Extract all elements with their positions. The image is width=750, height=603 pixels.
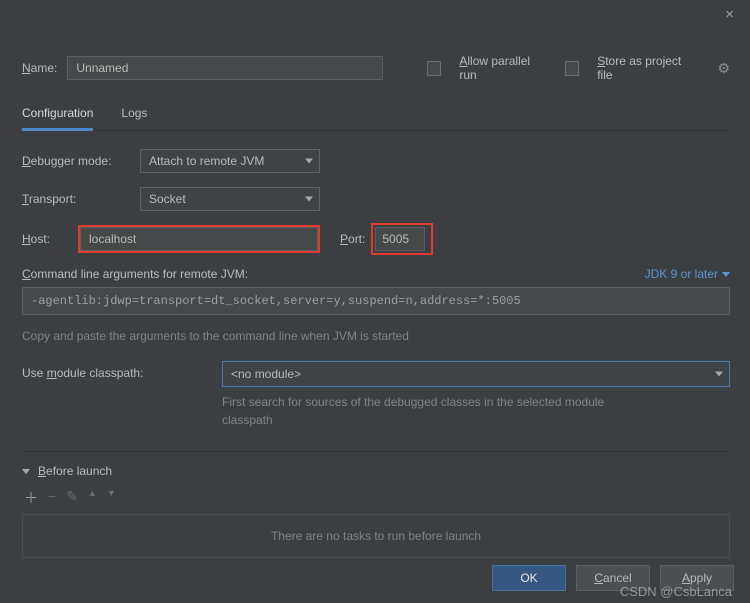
cmd-args-label: Command line arguments for remote JVM: bbox=[22, 267, 248, 281]
cmd-hint: Copy and paste the arguments to the comm… bbox=[22, 329, 730, 343]
debugger-mode-combo[interactable]: Attach to remote JVM bbox=[140, 149, 320, 173]
add-icon[interactable]: ＋ bbox=[24, 488, 38, 508]
dialog-buttons: OK Cancel Apply bbox=[492, 565, 734, 591]
chevron-down-icon bbox=[305, 197, 313, 202]
close-icon[interactable]: × bbox=[719, 4, 740, 25]
host-label: Host: bbox=[22, 232, 62, 246]
up-icon: ▲ bbox=[88, 488, 97, 508]
remove-icon: − bbox=[48, 488, 56, 508]
transport-combo[interactable]: Socket bbox=[140, 187, 320, 211]
gear-icon[interactable]: ⚙ bbox=[717, 60, 730, 77]
debugger-mode-label: Debugger mode: bbox=[22, 154, 140, 168]
module-classpath-combo[interactable]: <no module> bbox=[222, 361, 730, 387]
before-launch-title: Before launch bbox=[38, 464, 112, 478]
tab-configuration[interactable]: Configuration bbox=[22, 100, 93, 131]
chevron-down-icon bbox=[715, 372, 723, 377]
store-as-project-label: Store as project file bbox=[597, 54, 695, 82]
port-input[interactable] bbox=[375, 227, 425, 251]
ok-button[interactable]: OK bbox=[492, 565, 566, 591]
down-icon: ▼ bbox=[107, 488, 116, 508]
cancel-button[interactable]: Cancel bbox=[576, 565, 650, 591]
tab-logs[interactable]: Logs bbox=[121, 100, 147, 131]
port-highlight bbox=[373, 225, 431, 253]
allow-parallel-label: Allow parallel run bbox=[459, 54, 546, 82]
before-launch-toolbar: ＋ − ✎ ▲ ▼ bbox=[22, 486, 730, 514]
before-launch-header[interactable]: Before launch bbox=[22, 464, 730, 478]
name-input[interactable] bbox=[67, 56, 383, 80]
chevron-down-icon bbox=[722, 272, 730, 277]
port-label: Port: bbox=[340, 232, 365, 246]
name-label: Name: bbox=[22, 61, 57, 75]
title-bar: × bbox=[0, 0, 750, 30]
chevron-down-icon bbox=[22, 469, 30, 474]
edit-icon: ✎ bbox=[66, 488, 78, 508]
apply-button[interactable]: Apply bbox=[660, 565, 734, 591]
cmd-args-box[interactable]: -agentlib:jdwp=transport=dt_socket,serve… bbox=[22, 287, 730, 315]
before-launch-list: There are no tasks to run before launch bbox=[22, 514, 730, 558]
before-launch-empty: There are no tasks to run before launch bbox=[271, 529, 481, 543]
chevron-down-icon bbox=[305, 159, 313, 164]
transport-label: Transport: bbox=[22, 192, 140, 206]
store-as-project-checkbox[interactable] bbox=[565, 61, 579, 76]
module-hint: First search for sources of the debugged… bbox=[222, 393, 652, 429]
jdk-version-link[interactable]: JDK 9 or later bbox=[645, 267, 730, 281]
allow-parallel-checkbox[interactable] bbox=[427, 61, 441, 76]
module-classpath-label: Use module classpath: bbox=[22, 361, 222, 380]
tabs: Configuration Logs bbox=[22, 100, 730, 131]
separator bbox=[22, 451, 730, 452]
name-row: Name: Allow parallel run Store as projec… bbox=[22, 54, 730, 82]
host-input[interactable] bbox=[80, 227, 318, 251]
